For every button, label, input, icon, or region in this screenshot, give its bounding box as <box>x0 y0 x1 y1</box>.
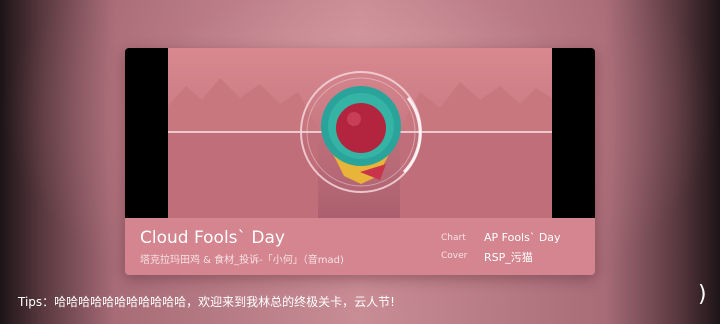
chart-label: Chart <box>441 233 466 243</box>
cover-illustration <box>168 71 552 218</box>
disc-core-highlight <box>347 112 361 126</box>
chart-value: AP Fools` Day <box>484 231 561 244</box>
song-preview <box>125 48 595 218</box>
side-handle[interactable] <box>0 30 4 102</box>
cover-value: RSP_污猫 <box>484 251 533 264</box>
tips-text: Tips：哈哈哈哈哈哈哈哈哈哈哈，欢迎来到我林总的终极关卡，云人节! <box>18 295 395 309</box>
cover-label: Cover <box>441 251 468 261</box>
song-artist: 塔克拉玛田鸡 & 食材_投诉-「小何」（音mad) <box>140 255 344 266</box>
song-title: Cloud Fools` Day <box>140 228 285 248</box>
next-arrow-icon[interactable]: ) <box>698 284 707 306</box>
song-card[interactable]: Cloud Fools` Day 塔克拉玛田鸡 & 食材_投诉-「小何」（音ma… <box>125 48 595 275</box>
song-info-bar: Cloud Fools` Day 塔克拉玛田鸡 & 食材_投诉-「小何」（音ma… <box>125 218 595 275</box>
cover-art <box>168 48 552 218</box>
disc-core <box>336 103 386 153</box>
